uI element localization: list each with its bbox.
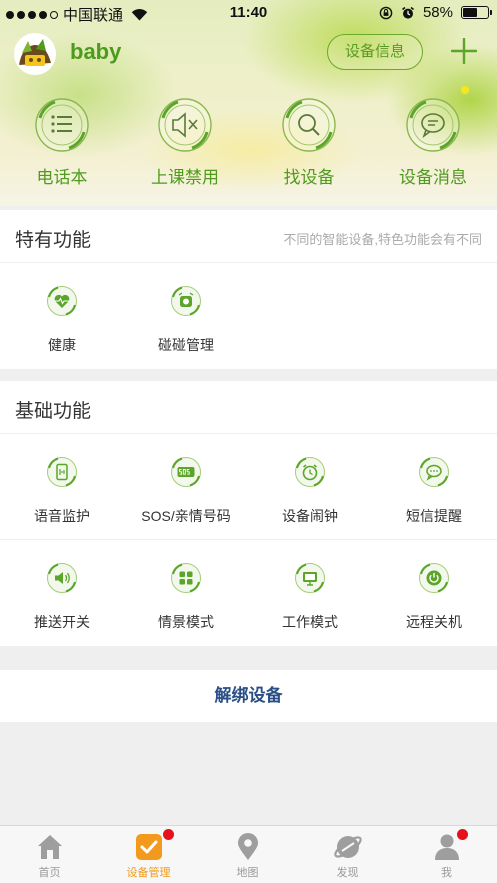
basic-features-section: 基础功能 语音监护 SOS/亲情号码 设备闹钟 短信提醒 推送开关 情景模式 工… — [0, 381, 497, 646]
rotation-lock-icon — [379, 6, 393, 19]
mute-icon — [158, 98, 212, 152]
feature-label: 健康 — [48, 337, 76, 353]
feature-label: 推送开关 — [34, 614, 90, 630]
status-bar: 中国联通 11:40 58% — [0, 0, 497, 26]
feature-push-switch[interactable]: 推送开关 — [0, 540, 124, 646]
avatar-image — [16, 35, 54, 73]
phonebook-icon — [35, 98, 89, 152]
search-icon — [282, 98, 336, 152]
tab-label: 地图 — [236, 867, 259, 879]
quick-action-phonebook[interactable]: 电话本 — [7, 96, 117, 188]
special-features-section: 特有功能 不同的智能设备,特色功能会有不同 健康 碰碰管理 — [0, 210, 497, 369]
tab-device-manage[interactable]: 设备管理 — [99, 826, 198, 883]
device-name: baby — [70, 39, 122, 64]
tab-label: 我 — [441, 867, 452, 879]
scene-mode-icon — [171, 563, 201, 593]
quick-action-device-message[interactable]: 设备消息 — [378, 96, 488, 188]
new-message-dot — [461, 86, 469, 94]
quick-action-label: 电话本 — [36, 168, 88, 187]
battery-fill — [463, 8, 477, 17]
quick-actions: 电话本 上课禁用 找设备 设备消息 — [0, 96, 497, 196]
feature-row: 推送开关 情景模式 工作模式 远程关机 — [0, 540, 497, 646]
feature-bump-manage[interactable]: 碰碰管理 — [124, 263, 248, 369]
device-info-button[interactable]: 设备信息 — [327, 34, 423, 70]
feature-work-mode[interactable]: 工作模式 — [248, 540, 372, 646]
feature-scene-mode[interactable]: 情景模式 — [124, 540, 248, 646]
tab-label: 发现 — [336, 867, 359, 879]
feature-remote-shutdown[interactable]: 远程关机 — [372, 540, 496, 646]
map-pin-icon — [237, 833, 258, 860]
message-icon — [406, 98, 460, 152]
feature-alarm-clock[interactable]: 设备闹钟 — [248, 434, 372, 540]
quick-action-label: 上课禁用 — [151, 168, 219, 187]
bump-icon — [171, 286, 201, 316]
quick-action-label: 找设备 — [283, 168, 335, 187]
feature-label: 短信提醒 — [406, 508, 462, 524]
battery-percent: 58% — [422, 4, 453, 21]
header: 中国联通 11:40 58% baby 设备信息 电话本 上课禁用 找设备 设备… — [0, 0, 497, 206]
top-bar: baby 设备信息 — [0, 30, 497, 76]
feature-voice-monitor[interactable]: 语音监护 — [0, 434, 124, 540]
section-hint: 不同的智能设备,特色功能会有不同 — [283, 232, 482, 247]
feature-sos[interactable]: SOS/亲情号码 — [124, 434, 248, 540]
sos-icon — [171, 457, 201, 487]
quick-action-label: 设备消息 — [399, 168, 467, 187]
home-icon — [37, 835, 62, 859]
alarm-status-icon — [401, 6, 414, 19]
feature-label: 碰碰管理 — [158, 337, 214, 353]
feature-label: SOS/亲情号码 — [141, 508, 231, 524]
power-icon — [419, 563, 449, 593]
tab-map[interactable]: 地图 — [198, 826, 297, 883]
battery-icon — [461, 6, 492, 19]
feature-health[interactable]: 健康 — [0, 263, 124, 369]
discover-icon — [333, 836, 362, 858]
tab-label: 设备管理 — [126, 867, 171, 879]
tab-home[interactable]: 首页 — [0, 826, 99, 883]
unbind-device-button[interactable]: 解绑设备 — [0, 670, 497, 722]
feature-label: 远程关机 — [406, 614, 462, 630]
feature-label: 情景模式 — [158, 614, 214, 630]
voice-monitor-icon — [47, 457, 77, 487]
feature-label: 设备闹钟 — [282, 508, 338, 524]
section-title: 特有功能 — [15, 230, 92, 251]
tab-label: 首页 — [38, 867, 61, 879]
quick-action-class-mute[interactable]: 上课禁用 — [130, 96, 240, 188]
feature-row: 健康 碰碰管理 — [0, 263, 497, 369]
add-device-icon[interactable] — [451, 38, 477, 64]
notification-badge — [456, 829, 468, 840]
work-mode-icon — [295, 563, 325, 593]
push-speaker-icon — [47, 563, 77, 593]
device-manage-icon — [135, 834, 162, 860]
device-avatar[interactable] — [14, 33, 56, 75]
health-heart-icon — [47, 286, 77, 316]
feature-label: 语音监护 — [34, 508, 90, 524]
feature-sms-reminder[interactable]: 短信提醒 — [372, 434, 496, 540]
section-title: 基础功能 — [15, 401, 92, 422]
tab-discover[interactable]: 发现 — [298, 826, 397, 883]
tab-me[interactable]: 我 — [397, 826, 496, 883]
feature-label: 工作模式 — [282, 614, 338, 630]
tab-bar: 首页 设备管理 地图 发现 我 — [0, 825, 497, 883]
notification-badge — [162, 829, 174, 840]
quick-action-find-device[interactable]: 找设备 — [254, 96, 364, 188]
sms-icon — [419, 457, 449, 487]
feature-row: 语音监护 SOS/亲情号码 设备闹钟 短信提醒 — [0, 434, 497, 540]
alarm-clock-icon — [295, 457, 325, 487]
